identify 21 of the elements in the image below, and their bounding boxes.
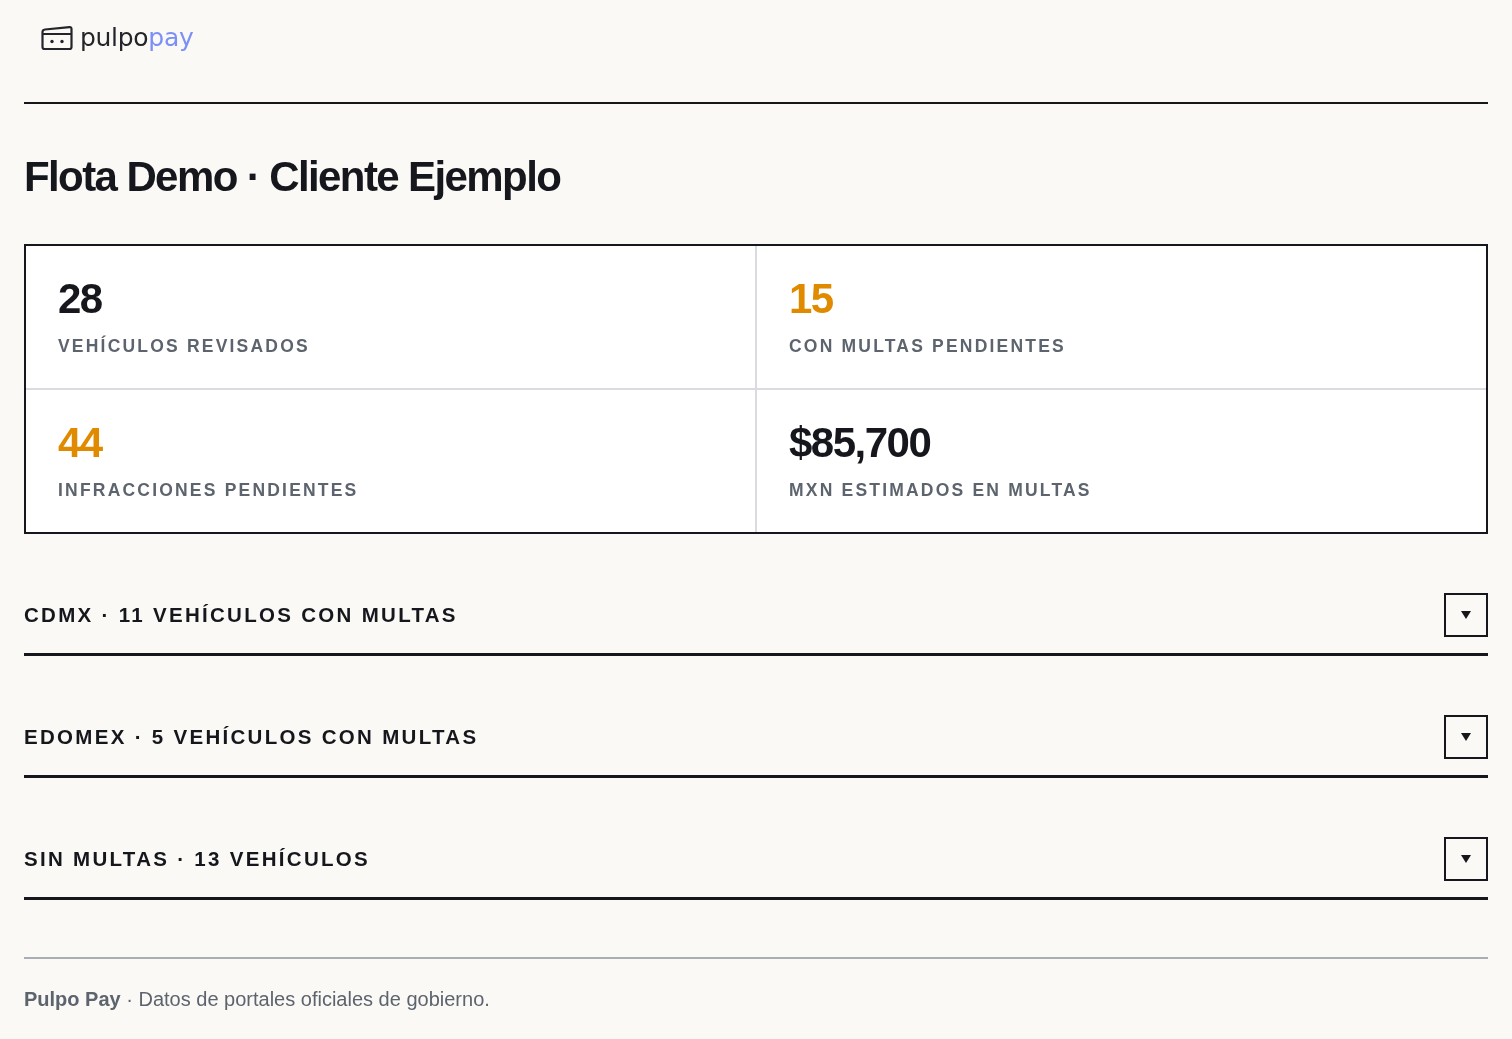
logo-wordmark: pulpopay (80, 24, 194, 52)
section-heading: EDOMEX · 5 VEHÍCULOS CON MULTAS (24, 724, 479, 750)
expand-button[interactable] (1444, 837, 1488, 881)
footer-note: Pulpo Pay · Datos de portales oficiales de gobierno. (24, 987, 490, 1012)
stat-value: 15 (789, 274, 833, 324)
expand-button[interactable] (1444, 593, 1488, 637)
stat-value: 28 (58, 274, 102, 324)
stat-label: VEHÍCULOS REVISADOS (58, 335, 310, 357)
caret-icon (1461, 855, 1471, 863)
section-heading: CDMX · 11 VEHÍCULOS CON MULTAS (24, 602, 458, 628)
section-heading: SIN MULTAS · 13 VEHÍCULOS (24, 846, 371, 872)
stat-label: CON MULTAS PENDIENTES (789, 335, 1066, 357)
stat-value: 44 (58, 418, 102, 468)
stat-label: INFRACCIONES PENDIENTES (58, 479, 359, 501)
caret-icon (1461, 611, 1471, 619)
stat-value: $85,700 (789, 418, 931, 468)
caret-icon (1461, 733, 1471, 741)
expand-button[interactable] (1444, 715, 1488, 759)
stat-label: MXN ESTIMADOS EN MULTAS (789, 479, 1092, 501)
wallet-icon (40, 25, 74, 51)
page-title: Flota Demo · Cliente Ejemplo (24, 152, 561, 202)
